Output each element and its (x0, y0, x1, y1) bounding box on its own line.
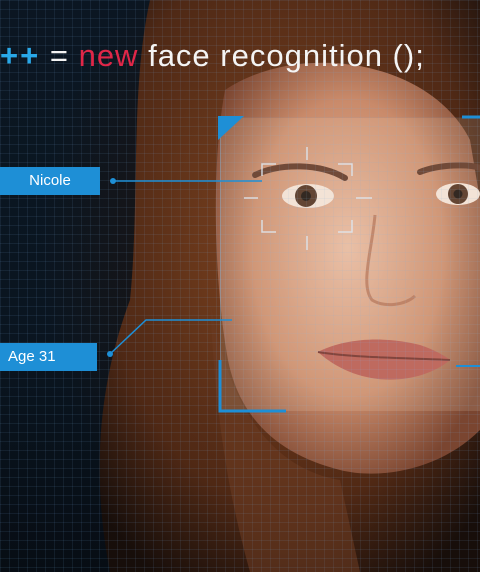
headline: ++ = new face recognition (); (0, 38, 480, 78)
headline-assign: = (49, 38, 69, 73)
recognition-overlay (107, 115, 480, 413)
name-label: Nicole (0, 167, 100, 195)
age-connector-line (109, 319, 232, 355)
corner-bracket-bottom-left (218, 360, 286, 413)
headline-call: face recognition (); (148, 38, 425, 73)
age-connector-dot (107, 351, 113, 357)
face-recognition-scene: ++ = new face recognition (); Nicole Age… (0, 0, 480, 572)
corner-marker-icon (218, 116, 244, 140)
age-label: Age 31 (0, 343, 97, 371)
name-connector-dot (110, 178, 116, 184)
headline-keyword: new (78, 38, 139, 73)
eye-target-icon (244, 147, 372, 250)
headline-operator: ++ (0, 38, 41, 73)
